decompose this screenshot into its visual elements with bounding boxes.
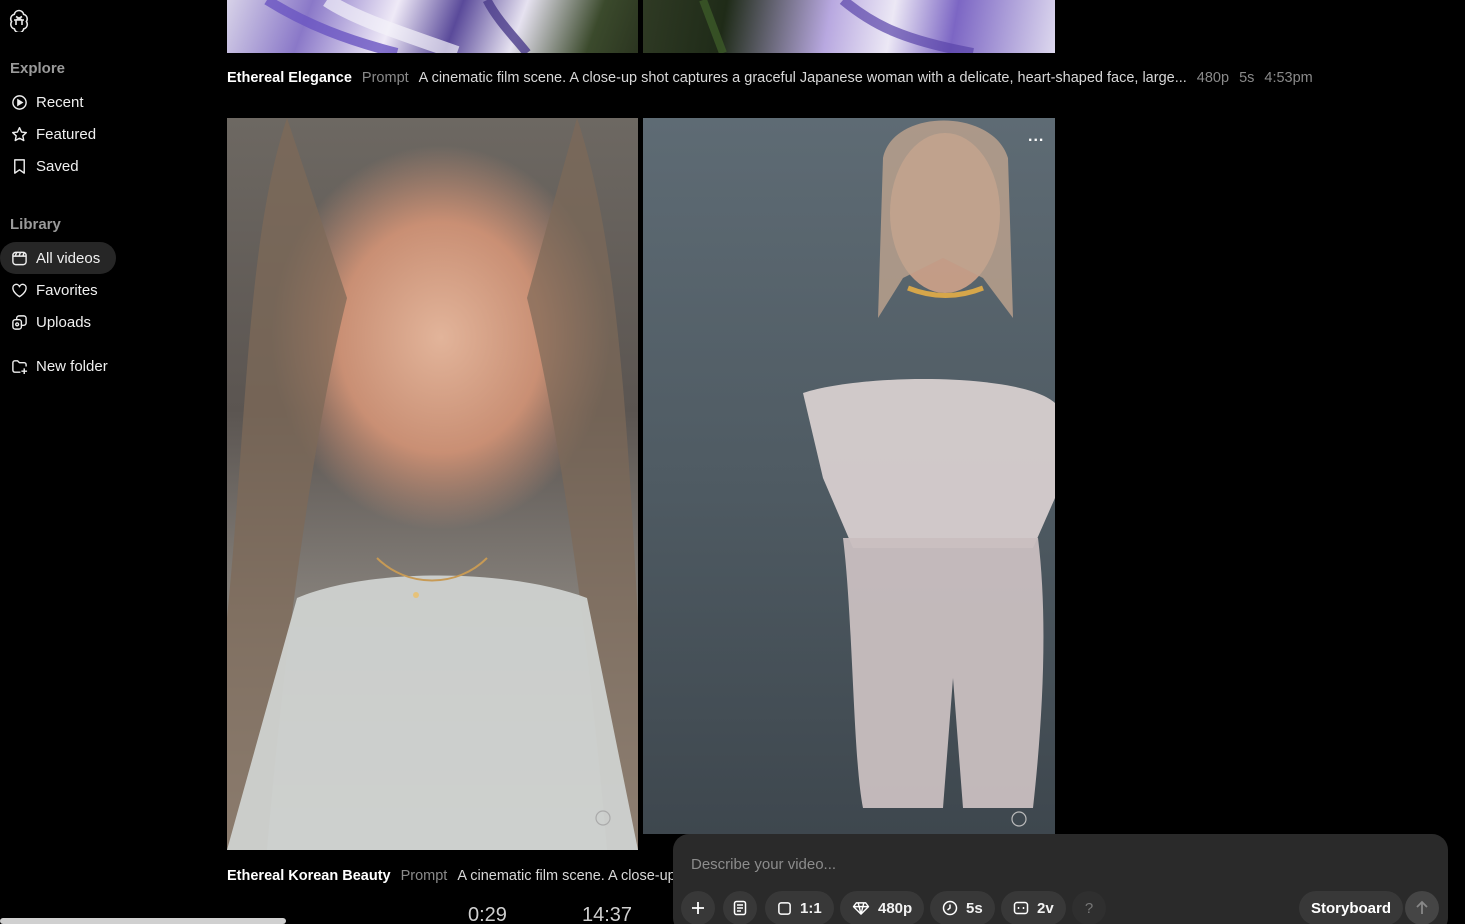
video-meta-row: Ethereal Korean Beauty Prompt A cinemati… bbox=[227, 868, 676, 884]
nav-item-featured[interactable]: Featured bbox=[0, 118, 112, 150]
arrow-up-icon bbox=[1416, 900, 1428, 914]
partial-label: 14:37 bbox=[582, 904, 633, 924]
presets-icon bbox=[733, 900, 747, 916]
new-folder-button[interactable]: New folder bbox=[0, 350, 124, 382]
variations-icon bbox=[1013, 901, 1029, 915]
presets-button[interactable] bbox=[723, 891, 757, 924]
bookmark-icon bbox=[11, 158, 28, 175]
prompt-text[interactable]: A cinematic film scene. A close-up shot … bbox=[419, 70, 1187, 86]
aspect-square-icon bbox=[778, 901, 791, 915]
scroll-indicator[interactable] bbox=[0, 918, 286, 924]
resolution-value: 480p bbox=[878, 899, 913, 917]
nav-item-uploads[interactable]: Uploads bbox=[0, 306, 107, 338]
nav-item-saved[interactable]: Saved bbox=[0, 150, 95, 182]
film-icon bbox=[11, 250, 28, 267]
openai-logo-icon[interactable] bbox=[7, 8, 31, 32]
variations-button[interactable]: 2v bbox=[1001, 891, 1066, 924]
app-root: Explore Recent Featured Saved Library Al… bbox=[0, 0, 1465, 924]
duration-badge: 5s bbox=[1239, 70, 1255, 86]
describe-video-input[interactable] bbox=[691, 852, 1391, 876]
duration-button[interactable]: 5s bbox=[930, 891, 995, 924]
storyboard-button[interactable]: Storyboard bbox=[1299, 891, 1404, 924]
video-thumbnail[interactable] bbox=[227, 118, 638, 850]
variations-value: 2v bbox=[1037, 899, 1054, 917]
new-folder-label: New folder bbox=[36, 357, 108, 375]
add-media-button[interactable] bbox=[681, 891, 715, 924]
aspect-ratio-button[interactable]: 1:1 bbox=[765, 891, 834, 924]
play-circle-icon bbox=[11, 94, 28, 111]
nav-item-label: Featured bbox=[36, 125, 97, 143]
nav-item-recent[interactable]: Recent bbox=[0, 86, 100, 118]
folder-plus-icon bbox=[11, 358, 28, 375]
prompt-label: Prompt bbox=[361, 70, 409, 86]
duration-value: 5s bbox=[966, 899, 983, 917]
prompt-text[interactable]: A cinematic film scene. A close-up bbox=[457, 868, 675, 884]
aspect-ratio-value: 1:1 bbox=[800, 899, 822, 917]
video-thumbnail[interactable] bbox=[643, 118, 1055, 834]
nav-item-all-videos[interactable]: All videos bbox=[0, 242, 117, 274]
heart-icon bbox=[11, 282, 28, 299]
nav-item-label: Recent bbox=[36, 93, 84, 111]
video-title[interactable]: Ethereal Elegance bbox=[227, 70, 352, 86]
timestamp: 4:53pm bbox=[1264, 70, 1313, 86]
library-heading: Library bbox=[10, 216, 61, 233]
diamond-icon bbox=[852, 901, 870, 915]
resolution-badge: 480p bbox=[1196, 70, 1230, 86]
submit-button[interactable] bbox=[1405, 891, 1439, 924]
nav-item-label: Saved bbox=[36, 157, 79, 175]
sidebar: Explore Recent Featured Saved Library Al… bbox=[0, 0, 200, 924]
partial-label: 0:29 bbox=[468, 904, 507, 924]
video-thumbnail[interactable] bbox=[227, 0, 638, 53]
nav-item-label: All videos bbox=[36, 249, 101, 267]
video-meta-row: Ethereal Elegance Prompt A cinematic fil… bbox=[227, 70, 1313, 86]
explore-heading: Explore bbox=[10, 60, 66, 77]
video-title[interactable]: Ethereal Korean Beauty bbox=[227, 868, 391, 884]
more-options-icon[interactable]: ... bbox=[1028, 128, 1044, 146]
prompt-label: Prompt bbox=[400, 868, 448, 884]
nav-item-label: Favorites bbox=[36, 281, 98, 299]
clock-icon bbox=[942, 900, 958, 916]
video-thumbnail[interactable] bbox=[643, 0, 1055, 53]
nav-item-favorites[interactable]: Favorites bbox=[0, 274, 114, 306]
uploads-icon bbox=[11, 314, 28, 331]
help-button[interactable]: ? bbox=[1072, 891, 1106, 924]
resolution-button[interactable]: 480p bbox=[840, 891, 925, 924]
plus-icon bbox=[692, 902, 704, 914]
help-icon: ? bbox=[1084, 899, 1094, 917]
nav-item-label: Uploads bbox=[36, 313, 92, 331]
star-icon bbox=[11, 126, 28, 143]
prompt-composer: 1:1 480p 5s 2v ? Storyboard bbox=[673, 834, 1448, 924]
